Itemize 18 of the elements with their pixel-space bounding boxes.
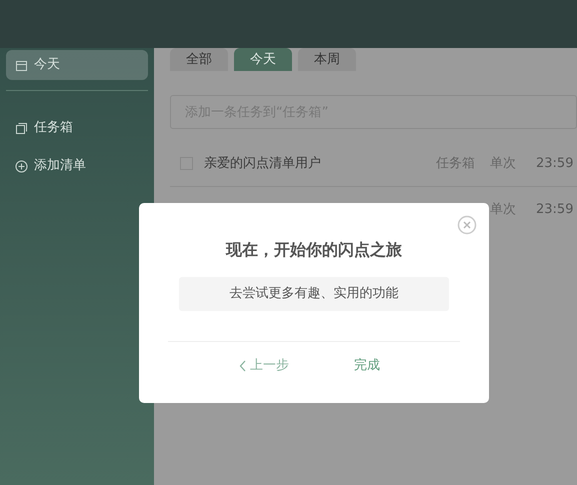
tab[interactable]: 今天 [234, 48, 292, 71]
chevron-left-icon [239, 360, 247, 372]
task-time: 23:59 [536, 201, 574, 220]
dialog-message: 去尝试更多有趣、实用的功能 [179, 277, 449, 311]
sidebar-item[interactable]: 添加清单 [6, 151, 148, 181]
calendar-icon [15, 58, 28, 72]
dialog-title: 现在，开始你的闪点之旅 [226, 239, 402, 261]
back-button[interactable]: 上一步 [239, 356, 289, 376]
close-icon[interactable] [457, 215, 477, 235]
tab[interactable]: 全部 [170, 48, 228, 71]
task-title: 亲爱的闪点清单用户 [204, 154, 322, 173]
add-circle-icon [15, 160, 28, 172]
task-time: 23:59 [536, 154, 574, 173]
sidebar-item[interactable]: 任务箱 [6, 113, 148, 143]
sidebar-item[interactable]: 今天 [6, 50, 148, 80]
copy-icon [15, 122, 28, 134]
done-button[interactable]: 完成 [354, 356, 380, 376]
tab[interactable]: 本周 [298, 48, 356, 71]
